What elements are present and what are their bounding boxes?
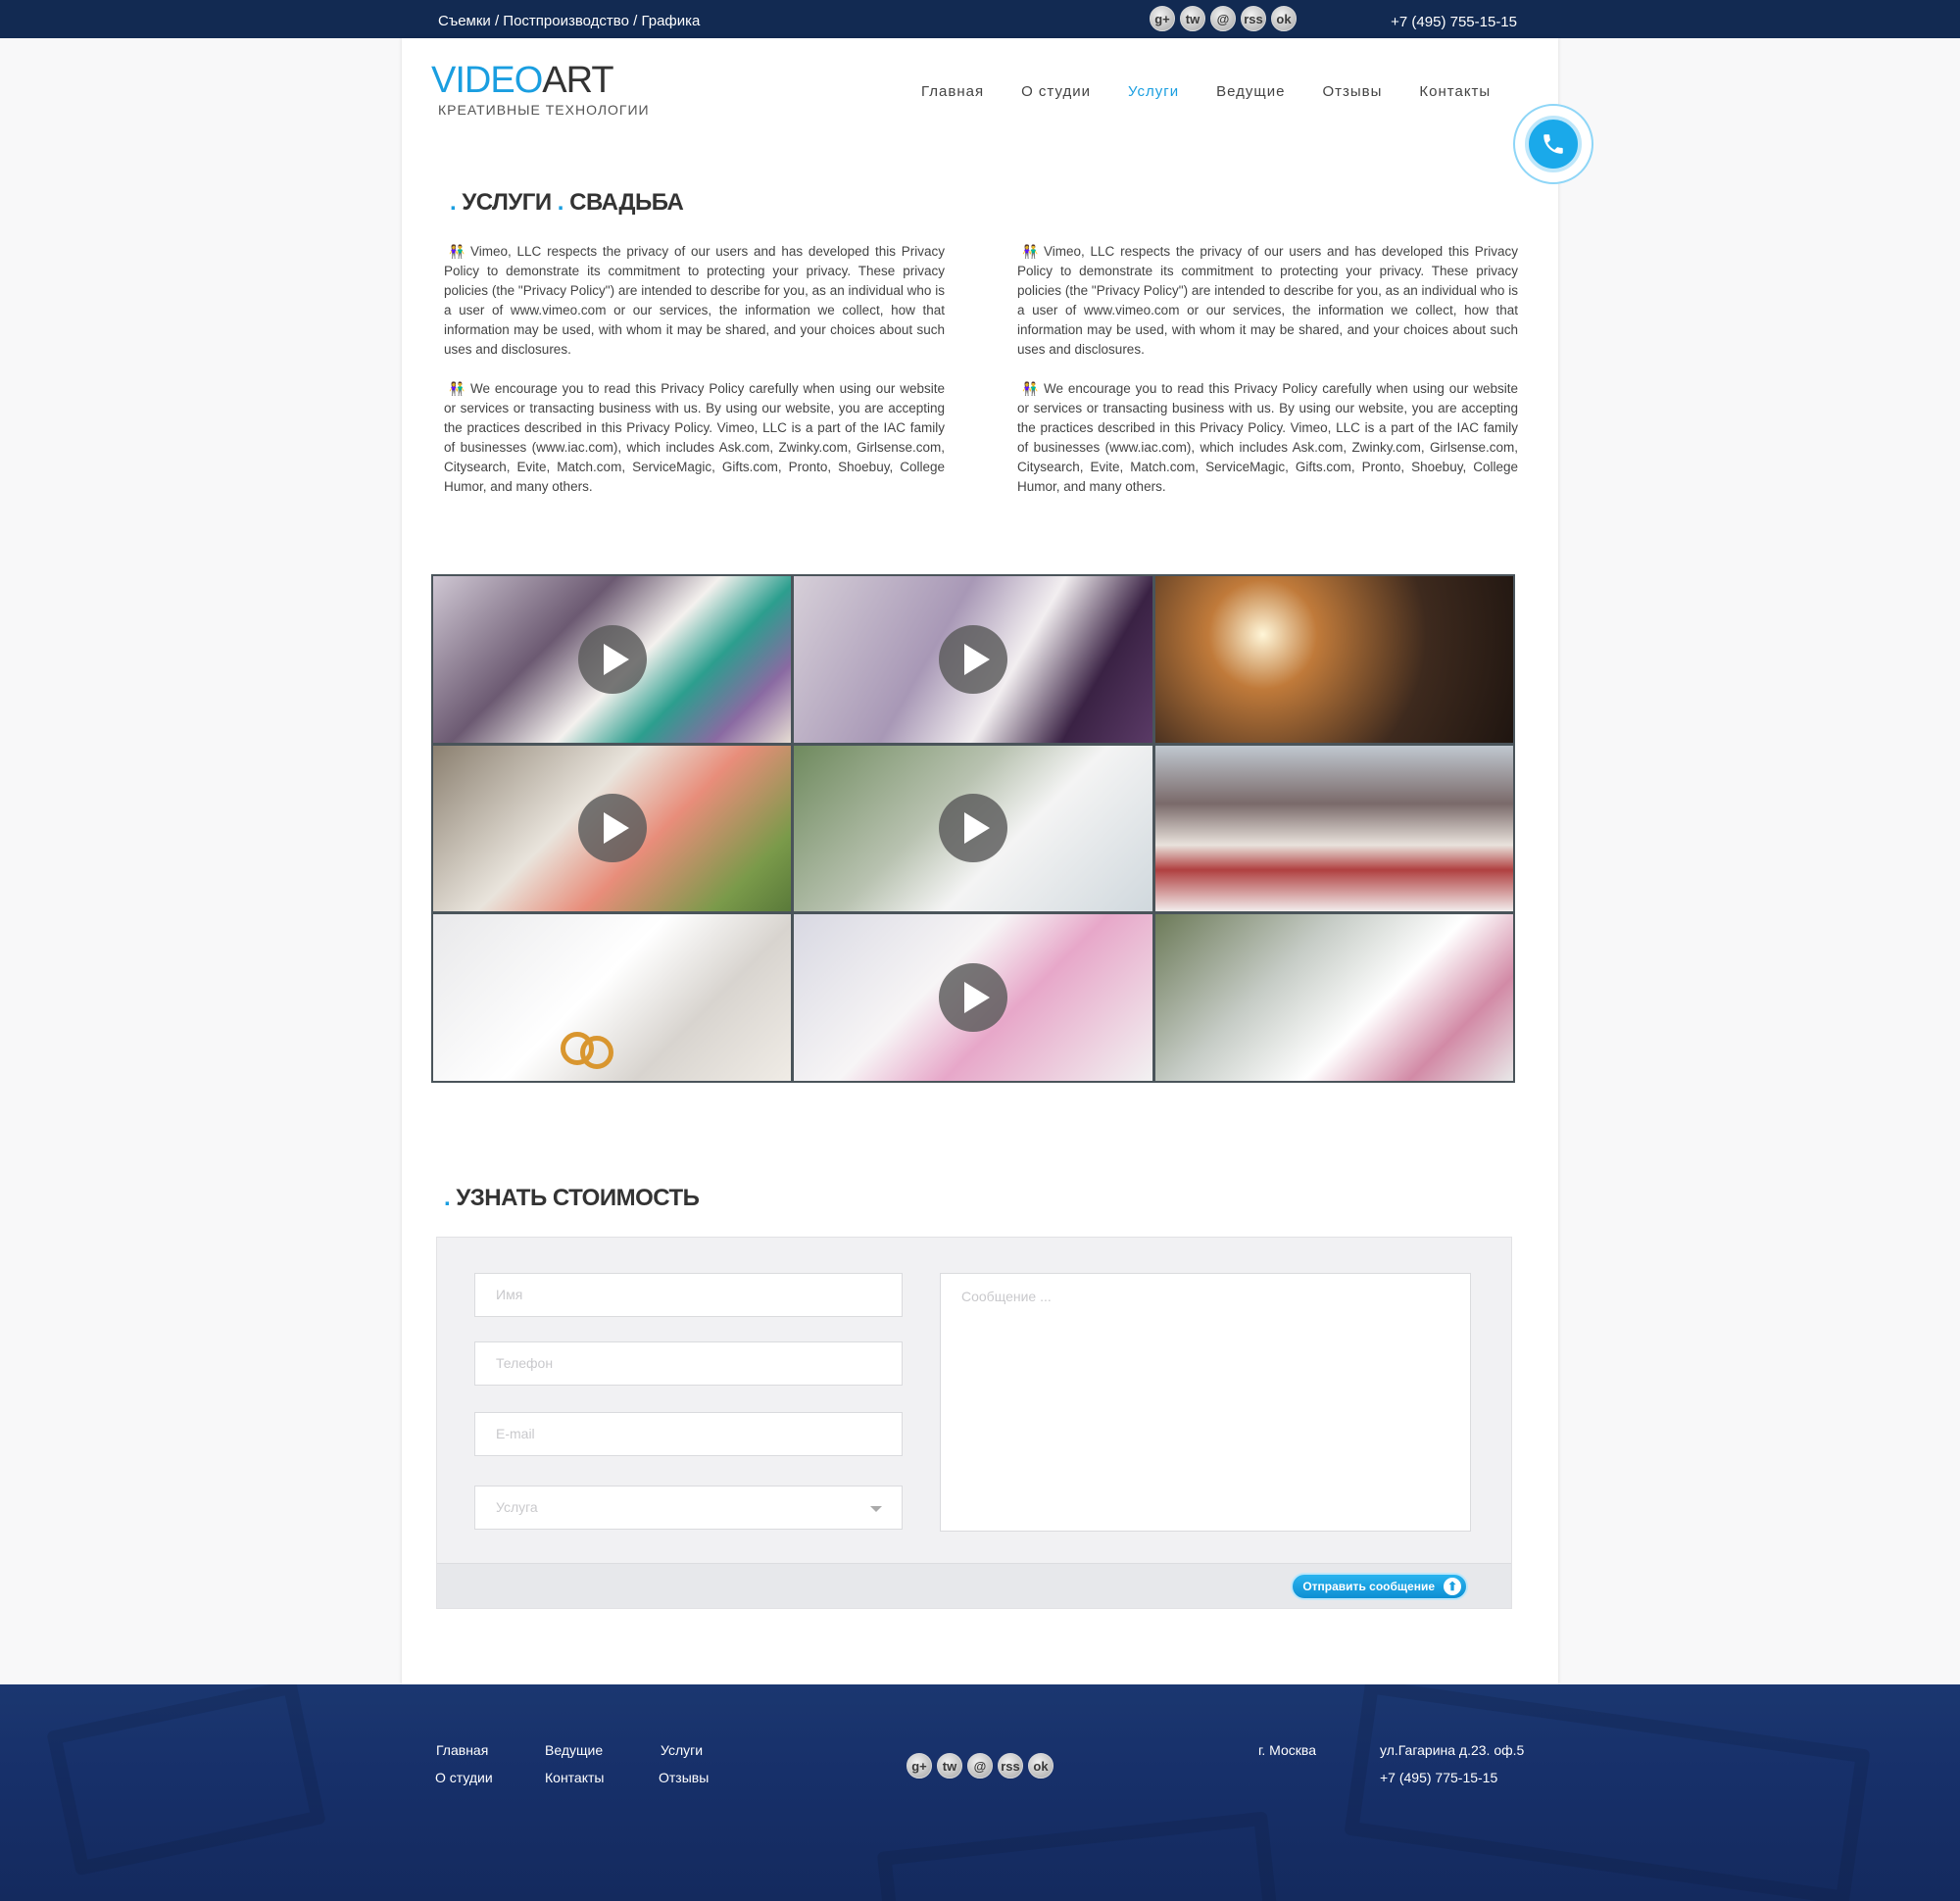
top-social-icons: g+ tw @ rss ok bbox=[1150, 6, 1297, 31]
paragraph: 👫 We encourage you to read this Privacy P… bbox=[444, 381, 945, 494]
footer-link-about[interactable]: О студии bbox=[435, 1770, 493, 1785]
film-decoration bbox=[876, 1811, 1280, 1901]
play-icon[interactable] bbox=[938, 963, 1007, 1033]
play-icon[interactable] bbox=[577, 794, 647, 863]
nav-contacts[interactable]: Контакты bbox=[1419, 83, 1491, 100]
logo[interactable]: VIDEOART КРЕАТИВНЫЕ ТЕХНОЛОГИИ bbox=[431, 61, 650, 118]
gallery-tile[interactable] bbox=[794, 745, 1152, 912]
main-nav: Главная О студии Услуги Ведущие Отзывы К… bbox=[921, 83, 1528, 100]
gallery-tile[interactable] bbox=[433, 745, 792, 912]
film-decoration bbox=[46, 1684, 326, 1877]
paragraph: 👫 We encourage you to read this Privacy P… bbox=[1017, 381, 1518, 494]
phone-input[interactable]: Телефон bbox=[474, 1341, 903, 1386]
odnoklassniki-icon[interactable]: ok bbox=[1028, 1753, 1054, 1779]
text-column-right: 👫 Vimeo, LLC respects the privacy of our … bbox=[1017, 242, 1518, 516]
footer-social-icons: g+ tw @ rss ok bbox=[906, 1753, 1054, 1779]
page-title: . УСЛУГИ . СВАДЬБА bbox=[450, 189, 684, 216]
gallery-tile[interactable] bbox=[433, 914, 792, 1081]
odnoklassniki-icon[interactable]: ok bbox=[1271, 6, 1297, 31]
film-decoration bbox=[1344, 1684, 1871, 1901]
top-bar: Съемки / Постпроизводство / Графика g+ t… bbox=[0, 0, 1960, 38]
gallery-tile[interactable] bbox=[1154, 914, 1513, 1081]
footer-address: ул.Гагарина д.23. оф.5 bbox=[1380, 1742, 1525, 1758]
form-title: . УЗНАТЬ СТОИМОСТЬ bbox=[444, 1185, 700, 1211]
footer-link-home[interactable]: Главная bbox=[436, 1742, 488, 1758]
send-message-button[interactable]: Отправить сообщение ⬆ bbox=[1291, 1573, 1468, 1600]
arrow-up-icon: ⬆ bbox=[1444, 1578, 1461, 1595]
top-phone[interactable]: +7 (495) 755-15-15 bbox=[1391, 14, 1517, 30]
rss-icon[interactable]: rss bbox=[998, 1753, 1023, 1779]
video-gallery bbox=[431, 574, 1515, 1083]
gallery-tile[interactable] bbox=[794, 576, 1152, 743]
footer-phone[interactable]: +7 (495) 775-15-15 bbox=[1380, 1770, 1497, 1785]
call-button[interactable] bbox=[1513, 104, 1593, 184]
top-tagline: Съемки / Постпроизводство / Графика bbox=[438, 13, 701, 29]
service-select[interactable]: Услуга bbox=[474, 1486, 903, 1530]
play-icon[interactable] bbox=[577, 624, 647, 694]
play-icon[interactable] bbox=[938, 794, 1007, 863]
text-column-left: 👫 Vimeo, LLC respects the privacy of our … bbox=[444, 242, 945, 516]
name-input[interactable]: Имя bbox=[474, 1273, 903, 1317]
nav-services[interactable]: Услуги bbox=[1128, 83, 1179, 100]
email-icon[interactable]: @ bbox=[967, 1753, 993, 1779]
google-plus-icon[interactable]: g+ bbox=[1150, 6, 1175, 31]
footer-link-hosts[interactable]: Ведущие bbox=[545, 1742, 603, 1758]
email-icon[interactable]: @ bbox=[1210, 6, 1236, 31]
play-icon[interactable] bbox=[938, 624, 1007, 694]
gallery-tile[interactable] bbox=[1154, 576, 1513, 743]
people-icon: 👫 bbox=[1022, 381, 1039, 396]
footer-city: г. Москва bbox=[1258, 1742, 1316, 1758]
gallery-tile[interactable] bbox=[794, 914, 1152, 1081]
nav-hosts[interactable]: Ведущие bbox=[1216, 83, 1285, 100]
footer-link-contacts[interactable]: Контакты bbox=[545, 1770, 604, 1785]
paragraph: 👫 Vimeo, LLC respects the privacy of our … bbox=[1017, 244, 1518, 357]
twitter-icon[interactable]: tw bbox=[937, 1753, 962, 1779]
nav-home[interactable]: Главная bbox=[921, 83, 984, 100]
logo-art: ART bbox=[542, 60, 613, 101]
price-form: Имя Телефон E-mail Услуга Сообщение ... … bbox=[436, 1237, 1512, 1609]
footer-link-services[interactable]: Услуги bbox=[661, 1742, 703, 1758]
paragraph: 👫 Vimeo, LLC respects the privacy of our … bbox=[444, 244, 945, 357]
gallery-tile[interactable] bbox=[433, 576, 792, 743]
people-icon: 👫 bbox=[449, 244, 466, 259]
email-input[interactable]: E-mail bbox=[474, 1412, 903, 1456]
nav-reviews[interactable]: Отзывы bbox=[1322, 83, 1382, 100]
footer-link-reviews[interactable]: Отзывы bbox=[659, 1770, 709, 1785]
rss-icon[interactable]: rss bbox=[1241, 6, 1266, 31]
rings-decoration bbox=[580, 1036, 613, 1070]
form-footer: Отправить сообщение ⬆ bbox=[437, 1563, 1511, 1608]
people-icon: 👫 bbox=[1022, 244, 1039, 259]
footer: Главная Ведущие Услуги О студии Контакты… bbox=[0, 1684, 1960, 1901]
gallery-tile[interactable] bbox=[1154, 745, 1513, 912]
twitter-icon[interactable]: tw bbox=[1180, 6, 1205, 31]
logo-subtitle: КРЕАТИВНЫЕ ТЕХНОЛОГИИ bbox=[438, 102, 650, 118]
people-icon: 👫 bbox=[449, 381, 466, 396]
logo-video: VIDEO bbox=[431, 60, 543, 101]
phone-icon bbox=[1525, 116, 1582, 172]
message-textarea[interactable]: Сообщение ... bbox=[940, 1273, 1471, 1532]
google-plus-icon[interactable]: g+ bbox=[906, 1753, 932, 1779]
nav-about[interactable]: О студии bbox=[1021, 83, 1091, 100]
